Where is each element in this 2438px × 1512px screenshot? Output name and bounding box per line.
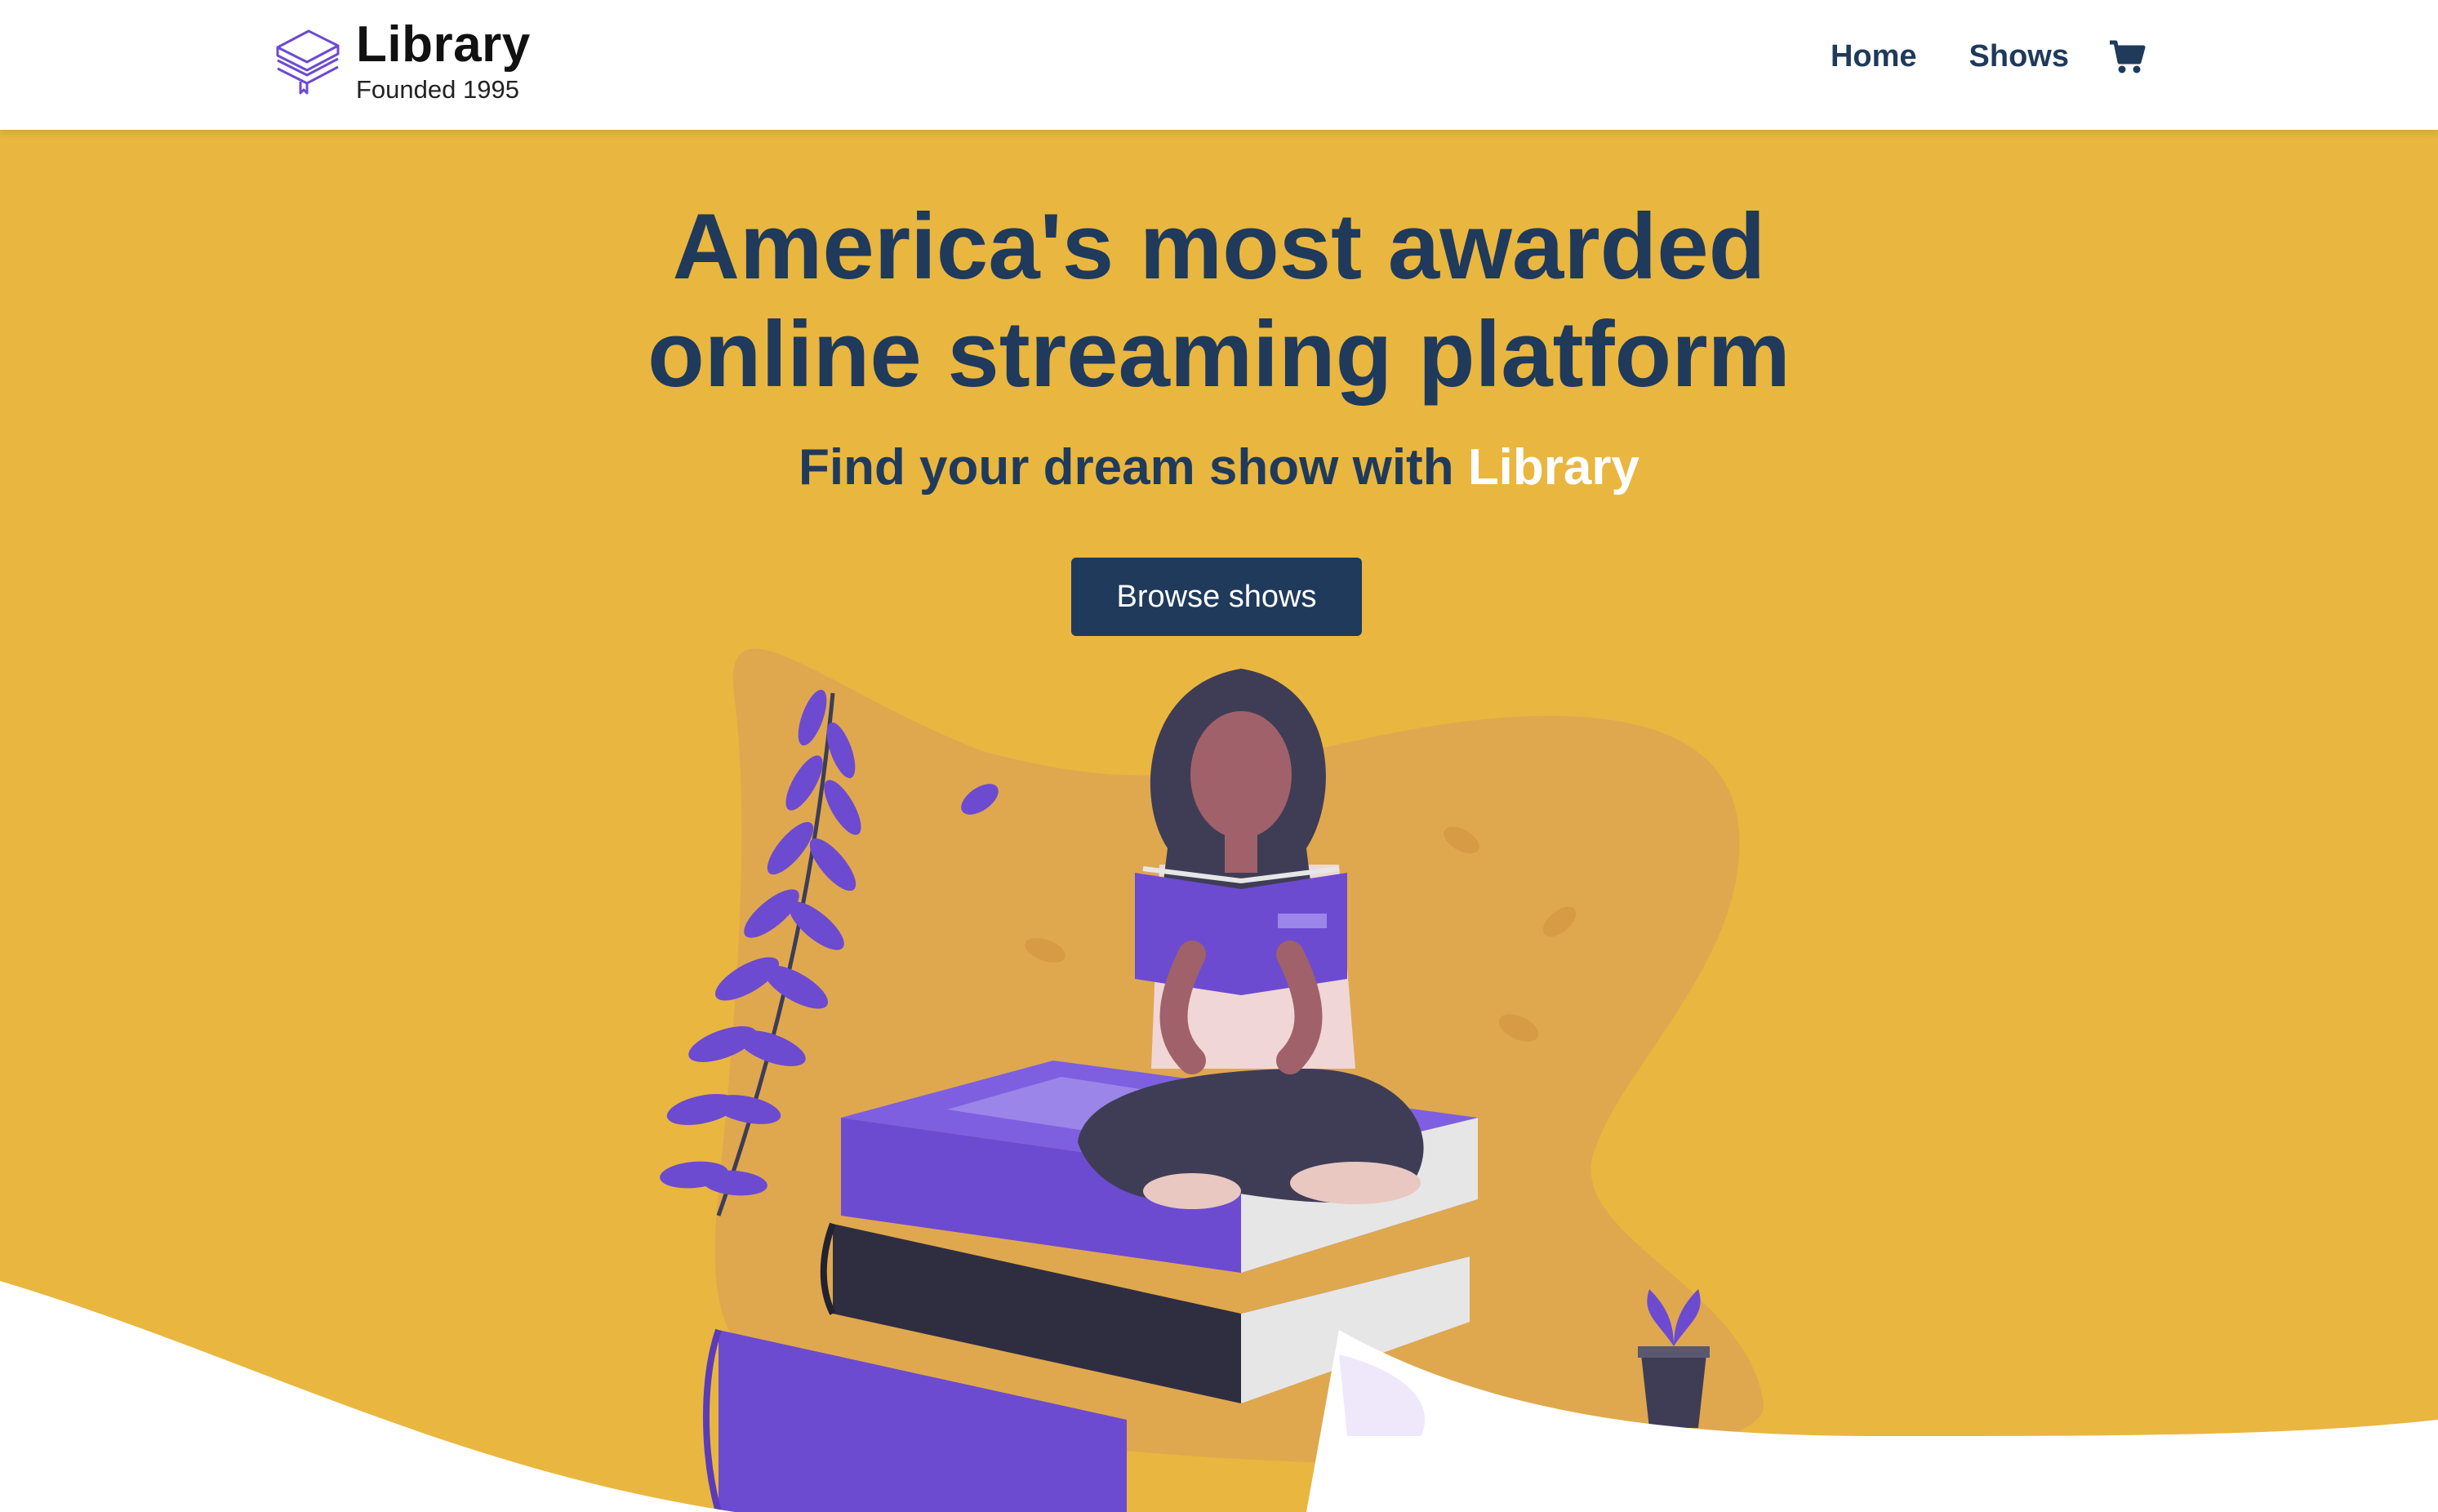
hero-title-line2: online streaming platform — [647, 303, 1791, 407]
brand-subtitle: Founded 1995 — [356, 74, 519, 104]
brand-text: Library Founded 1995 — [356, 16, 531, 104]
hero-title-line1: America's most awarded — [672, 195, 1766, 299]
shopping-cart-icon[interactable] — [2108, 38, 2146, 75]
browse-shows-button[interactable]: Browse shows — [1071, 558, 1362, 636]
nav-link-home[interactable]: Home — [1831, 39, 1917, 74]
hero-subtitle-text: Find your dream show with — [798, 439, 1468, 496]
nav-link-shows[interactable]: Shows — [1969, 39, 2069, 74]
hero-subtitle: Find your dream show with Library — [0, 438, 2438, 496]
hero-section: America's most awarded online streaming … — [0, 130, 2438, 1512]
hero-subtitle-accent: Library — [1467, 439, 1640, 496]
nav-links: Home Shows — [1778, 38, 2146, 75]
brand-logo[interactable]: Library Founded 1995 — [273, 16, 531, 104]
hero-title: America's most awarded online streaming … — [0, 193, 2438, 409]
stacked-books-icon — [276, 29, 340, 95]
brand-title: Library — [356, 16, 531, 73]
navbar: Library Founded 1995 Home Shows — [0, 0, 2438, 130]
